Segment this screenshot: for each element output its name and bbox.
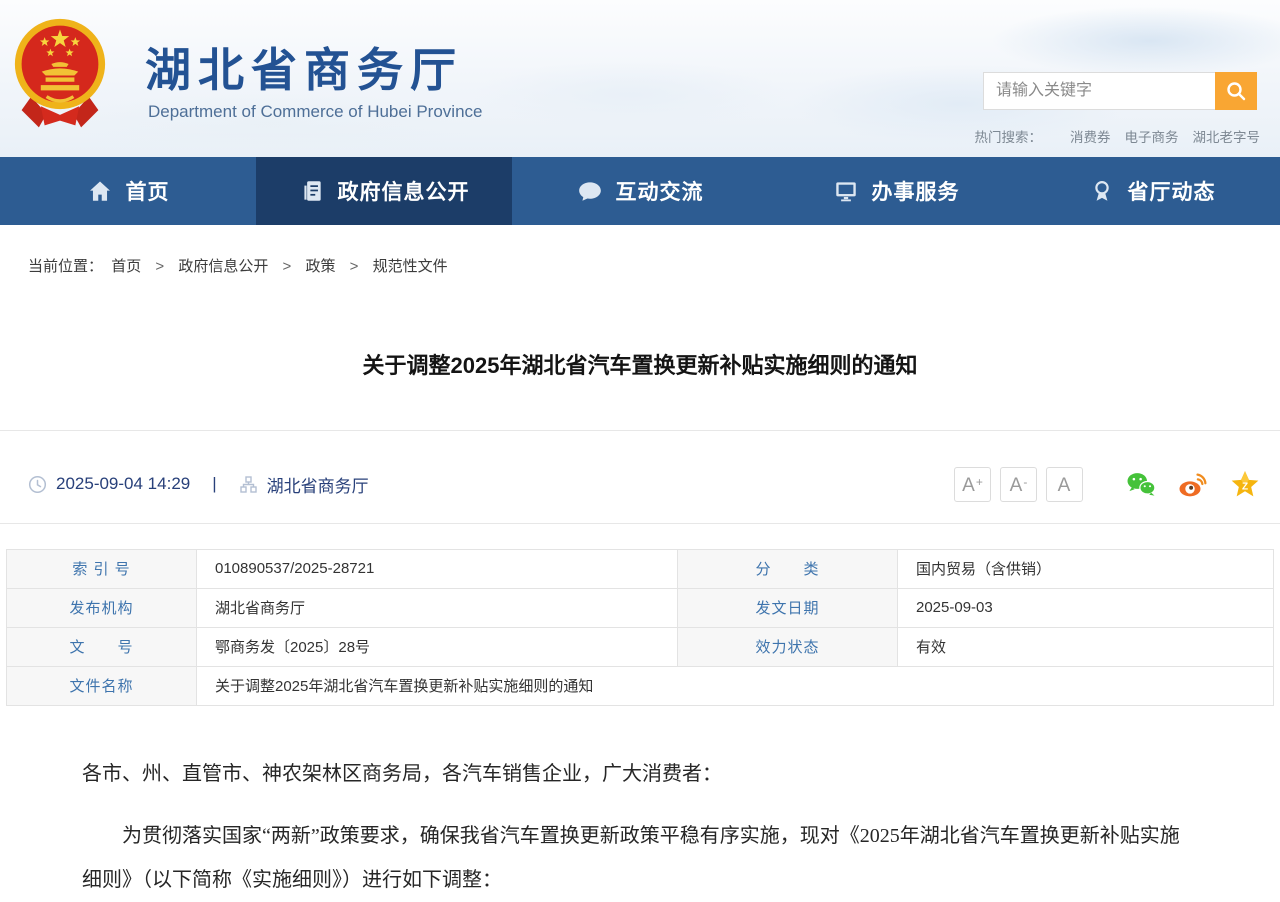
hot-search-item-hubei-brands[interactable]: 湖北老字号 <box>1193 126 1261 146</box>
meta-value-doc-number: 鄂商务发〔2025〕28号 <box>197 627 678 666</box>
document-meta-table: 索 引 号 010890537/2025-28721 分 类 国内贸易（含供销）… <box>6 549 1274 706</box>
font-increase-button[interactable]: A+ <box>954 467 991 502</box>
nav-item-department-news[interactable]: 省厅动态 <box>1024 157 1280 225</box>
nav-item-services[interactable]: 办事服务 <box>768 157 1024 225</box>
hot-search-bar: 热门搜索： 消费券 电子商务 湖北老字号 <box>975 126 1261 146</box>
medal-icon <box>1089 178 1115 204</box>
font-button-letter: A <box>1010 476 1023 495</box>
page-title: 关于调整2025年湖北省汽车置换更新补贴实施细则的通知 <box>0 348 1280 431</box>
table-row: 文 号 鄂商务发〔2025〕28号 效力状态 有效 <box>7 627 1274 666</box>
meta-label-category: 分 类 <box>678 549 898 588</box>
nav-item-gov-info[interactable]: 政府信息公开 <box>256 157 512 225</box>
meta-value-validity: 有效 <box>898 627 1274 666</box>
nav-item-label: 省厅动态 <box>1128 176 1216 206</box>
meta-value-doc-title: 关于调整2025年湖北省汽车置换更新补贴实施细则的通知 <box>197 666 1274 705</box>
search-bar <box>983 72 1257 110</box>
organization-icon <box>239 475 258 494</box>
meta-label-index-number: 索 引 号 <box>7 549 197 588</box>
nav-item-interaction[interactable]: 互动交流 <box>512 157 768 225</box>
font-button-letter: A <box>962 476 975 495</box>
meta-value-issuer: 湖北省商务厅 <box>197 588 678 627</box>
font-button-letter: A <box>1058 476 1071 495</box>
meta-label-doc-number: 文 号 <box>7 627 197 666</box>
publish-time-value: 2025-09-04 14:29 <box>56 474 190 494</box>
meta-value-category: 国内贸易（含供销） <box>898 549 1274 588</box>
national-emblem-icon <box>12 16 108 133</box>
main-nav: 首页 政府信息公开 互动交流 办事服务 省厅动态 <box>0 157 1280 225</box>
meta-value-index-number: 010890537/2025-28721 <box>197 549 678 588</box>
nav-item-label: 首页 <box>126 176 170 206</box>
breadcrumb-normative-docs[interactable]: 规范性文件 <box>373 258 448 275</box>
cloud-decoration <box>470 60 790 130</box>
clock-icon <box>28 475 47 494</box>
meta-label-doc-title: 文件名称 <box>7 666 197 705</box>
article-paragraph-salutation: 各市、州、直管市、神农架林区商务局，各汽车销售企业，广大消费者： <box>82 752 1198 796</box>
search-input[interactable] <box>983 72 1215 110</box>
breadcrumb-separator: > <box>155 258 164 275</box>
breadcrumb-home[interactable]: 首页 <box>111 258 141 275</box>
cloud-decoration <box>990 6 1280 76</box>
article-source-value: 湖北省商务厅 <box>267 472 369 497</box>
search-icon <box>1224 79 1248 103</box>
cloud-decoration <box>60 90 480 157</box>
breadcrumb-policy[interactable]: 政策 <box>305 258 335 275</box>
monitor-icon <box>833 178 859 204</box>
site-header: 湖北省商务厅 Department of Commerce of Hubei P… <box>0 0 1280 157</box>
hot-search-item-consumer-coupon[interactable]: 消费券 <box>1070 126 1111 146</box>
table-row: 索 引 号 010890537/2025-28721 分 类 国内贸易（含供销） <box>7 549 1274 588</box>
search-button[interactable] <box>1215 72 1257 110</box>
share-wechat-button[interactable] <box>1126 469 1156 499</box>
breadcrumb-separator: > <box>350 258 359 275</box>
article-source: 湖北省商务厅 <box>239 472 369 497</box>
meta-label-validity: 效力状态 <box>678 627 898 666</box>
table-row: 发布机构 湖北省商务厅 发文日期 2025-09-03 <box>7 588 1274 627</box>
breadcrumb: 当前位置： 首页 > 政府信息公开 > 政策 > 规范性文件 <box>28 255 1280 276</box>
document-icon <box>299 178 325 204</box>
article-body: 各市、州、直管市、神农架林区商务局，各汽车销售企业，广大消费者： 为贯彻落实国家… <box>0 752 1280 902</box>
share-qzone-button[interactable]: Z <box>1230 469 1260 499</box>
wechat-icon <box>1126 470 1156 498</box>
table-row: 文件名称 关于调整2025年湖北省汽车置换更新补贴实施细则的通知 <box>7 666 1274 705</box>
nav-item-label: 互动交流 <box>616 176 704 206</box>
meta-value-issue-date: 2025-09-03 <box>898 588 1274 627</box>
home-icon <box>87 178 113 204</box>
nav-item-label: 办事服务 <box>872 176 960 206</box>
font-button-sign: + <box>976 476 983 488</box>
font-decrease-button[interactable]: A- <box>1000 467 1037 502</box>
article-tools: A+ A- A <box>954 467 1260 502</box>
hot-search-label: 热门搜索： <box>975 126 1043 146</box>
breadcrumb-separator: > <box>283 258 292 275</box>
meta-label-issuer: 发布机构 <box>7 588 197 627</box>
chat-bubble-icon <box>577 178 603 204</box>
site-subtitle: Department of Commerce of Hubei Province <box>148 102 482 122</box>
svg-text:Z: Z <box>1242 482 1248 493</box>
national-emblem-logo[interactable] <box>12 16 108 138</box>
qzone-star-icon: Z <box>1230 469 1260 499</box>
breadcrumb-label: 当前位置： <box>28 258 103 275</box>
publish-time: 2025-09-04 14:29 <box>28 474 190 494</box>
breadcrumb-gov-info[interactable]: 政府信息公开 <box>178 258 268 275</box>
weibo-icon <box>1178 469 1208 499</box>
site-title: 湖北省商务厅 <box>145 34 463 100</box>
font-reset-button[interactable]: A <box>1046 467 1083 502</box>
meta-label-issue-date: 发文日期 <box>678 588 898 627</box>
article-paragraph-intro: 为贯彻落实国家“两新”政策要求，确保我省汽车置换更新政策平稳有序实施，现对《20… <box>82 814 1198 902</box>
hot-search-item-ecommerce[interactable]: 电子商务 <box>1125 126 1179 146</box>
nav-item-home[interactable]: 首页 <box>0 157 256 225</box>
meta-divider: | <box>212 474 216 494</box>
font-button-sign: - <box>1023 476 1027 488</box>
nav-item-label: 政府信息公开 <box>338 176 470 206</box>
article-meta-bar: 2025-09-04 14:29 | 湖北省商务厅 A+ A- A <box>0 446 1280 524</box>
share-weibo-button[interactable] <box>1178 469 1208 499</box>
